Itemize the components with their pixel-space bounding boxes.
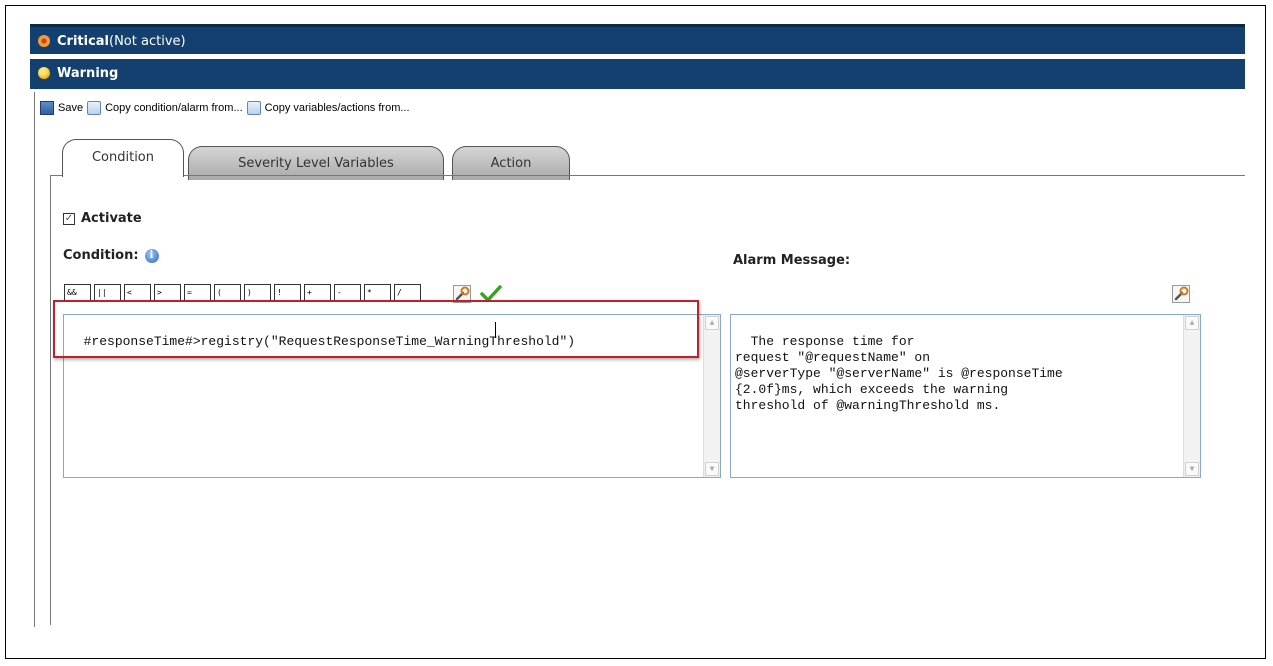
alarm-message-label: Alarm Message: xyxy=(733,253,851,268)
tab-condition[interactable]: Condition xyxy=(62,139,184,177)
save-icon[interactable] xyxy=(40,101,54,115)
critical-severity-bar[interactable]: Critical(Not active) xyxy=(30,24,1245,54)
critical-suffix: (Not active) xyxy=(109,34,186,49)
activate-checkbox[interactable]: ✓ xyxy=(63,212,75,225)
warning-status-icon xyxy=(38,67,50,79)
condition-scrollbar[interactable]: ▲ ▼ xyxy=(703,315,720,477)
info-icon[interactable]: i xyxy=(144,248,159,263)
tab-divider xyxy=(50,175,1245,176)
warning-title: Warning xyxy=(57,66,119,81)
copy-variables-button[interactable]: Copy variables/actions from... xyxy=(265,102,410,114)
scroll-up-arrow-icon[interactable]: ▲ xyxy=(705,316,719,330)
highlight-annotation-box xyxy=(53,300,699,358)
scroll-up-arrow-icon[interactable]: ▲ xyxy=(1185,316,1199,330)
scroll-down-arrow-icon[interactable]: ▼ xyxy=(705,462,719,476)
condition-label: Condition: xyxy=(63,248,139,263)
alarm-scrollbar[interactable]: ▲ ▼ xyxy=(1183,315,1200,477)
activate-label: Activate xyxy=(81,211,142,226)
condition-heading: Condition: i xyxy=(63,248,159,263)
toolbar: Save Copy condition/alarm from... Copy v… xyxy=(40,98,410,118)
warning-bar-label: Warning xyxy=(57,59,118,89)
critical-bar-label: Critical(Not active) xyxy=(57,27,186,57)
activate-checkbox-row[interactable]: ✓ Activate xyxy=(63,211,142,226)
copy-icon[interactable] xyxy=(246,101,261,115)
text-caret xyxy=(495,322,496,338)
warning-severity-bar[interactable]: Warning xyxy=(30,59,1245,89)
critical-title: Critical xyxy=(57,34,110,49)
copy-icon[interactable] xyxy=(87,101,102,115)
save-button[interactable]: Save xyxy=(58,102,83,114)
alarm-message-textarea[interactable]: The response time for request "@requestN… xyxy=(730,314,1201,478)
alarm-message-text: The response time for request "@requestN… xyxy=(735,334,1063,413)
tab-panel-border xyxy=(50,175,51,625)
section-border xyxy=(34,92,35,627)
critical-status-icon xyxy=(38,35,50,47)
copy-condition-button[interactable]: Copy condition/alarm from... xyxy=(105,102,243,114)
wrench-icon[interactable] xyxy=(1172,285,1190,303)
scroll-down-arrow-icon[interactable]: ▼ xyxy=(1185,462,1199,476)
